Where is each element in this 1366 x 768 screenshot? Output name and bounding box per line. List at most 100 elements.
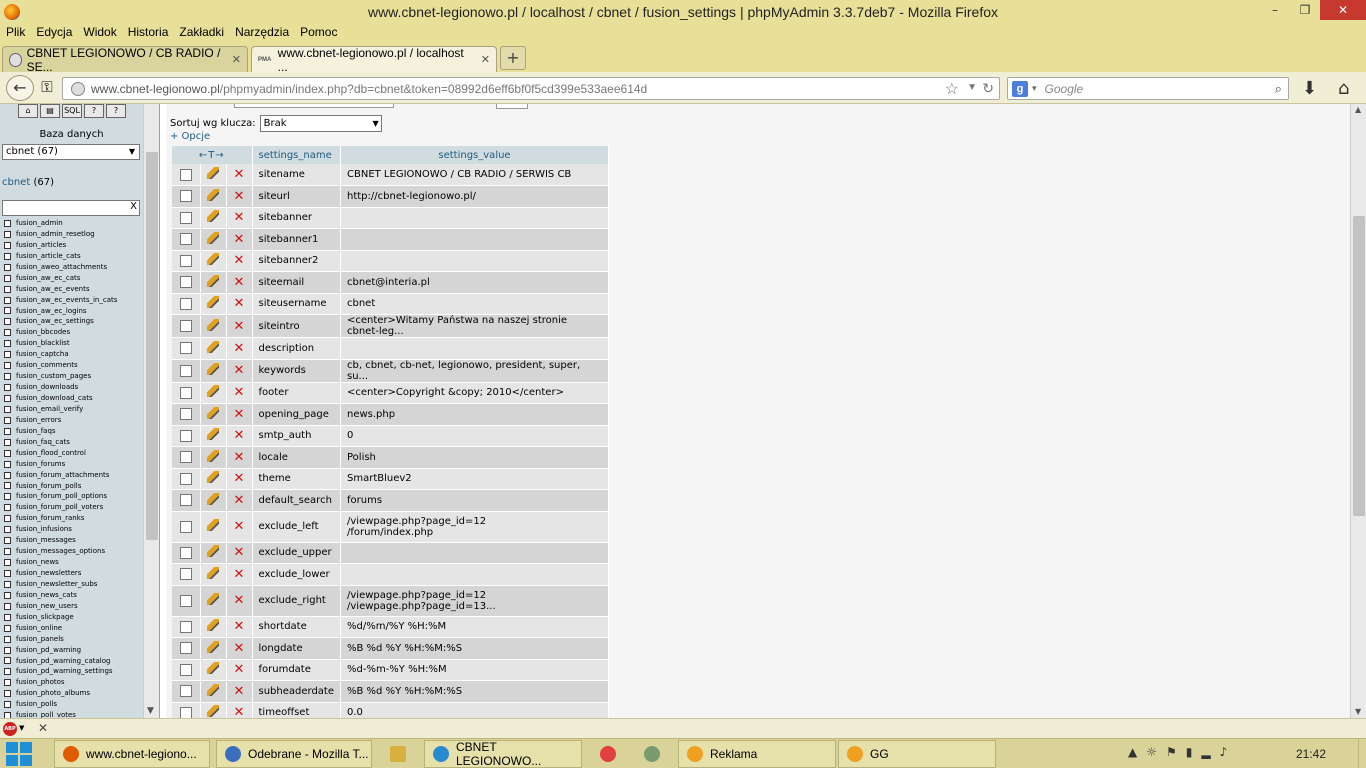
pencil-edit-icon[interactable] [207, 593, 219, 605]
sidebar-table-label[interactable]: fusion_captcha [16, 349, 69, 360]
sidebar-table-label[interactable]: fusion_messages_options [16, 546, 105, 557]
sidebar-table-label[interactable]: fusion_forum_ranks [16, 513, 84, 524]
row-checkbox[interactable] [179, 342, 192, 355]
search-bar[interactable]: g ▾ Google ⌕ [1007, 77, 1289, 100]
sidebar-table-label[interactable]: fusion_news_cats [16, 590, 77, 601]
sidebar-table-item[interactable]: fusion_aw_ec_logins [4, 306, 144, 317]
delete-x-icon[interactable]: ✕ [234, 167, 245, 182]
settings-value-cell[interactable] [340, 228, 609, 251]
sidebar-table-label[interactable]: fusion_admin_resetlog [16, 229, 95, 240]
table-icon[interactable] [4, 460, 11, 468]
delete-x-icon[interactable]: ✕ [234, 641, 245, 656]
pencil-edit-icon[interactable] [207, 210, 219, 223]
sidebar-table-label[interactable]: fusion_aw_ec_cats [16, 273, 80, 284]
table-icon[interactable] [4, 427, 11, 435]
sidebar-table-label[interactable]: fusion_comments [16, 360, 78, 371]
table-icon[interactable] [4, 591, 11, 599]
pencil-edit-icon[interactable] [207, 318, 219, 331]
delete-x-icon[interactable]: ✕ [234, 545, 245, 560]
delete-x-icon[interactable]: ✕ [234, 341, 245, 356]
main-scrollbar[interactable]: ▲ ▼ [1350, 104, 1366, 718]
settings-value-cell[interactable]: SmartBluev2 [340, 468, 609, 490]
sidebar-table-item[interactable]: fusion_forum_attachments [4, 470, 144, 481]
sidebar-table-label[interactable]: fusion_pd_warning [16, 645, 81, 656]
column-resize-arrows-icon[interactable]: ←T→ [199, 150, 225, 161]
settings-value-cell[interactable] [340, 250, 609, 272]
pencil-edit-icon[interactable] [207, 705, 219, 718]
delete-x-icon[interactable]: ✕ [234, 363, 245, 378]
row-checkbox[interactable] [179, 568, 192, 581]
sidebar-table-label[interactable]: fusion_faqs [16, 426, 56, 437]
row-checkbox[interactable] [179, 451, 192, 464]
scroll-up-icon[interactable]: ▲ [1355, 105, 1361, 114]
sidebar-table-item[interactable]: fusion_aw_ec_settings [4, 316, 144, 327]
table-icon[interactable] [4, 362, 11, 370]
settings-value-cell[interactable]: /viewpage.php?page_id=12/viewpage.php?pa… [340, 585, 609, 617]
pencil-edit-icon[interactable] [207, 363, 219, 375]
sidebar-table-item[interactable]: fusion_photos [4, 677, 144, 688]
table-icon[interactable] [4, 373, 11, 381]
table-icon[interactable] [4, 701, 11, 709]
taskbar-item-firefox[interactable]: www.cbnet-legiono... [54, 740, 210, 768]
sidebar-table-label[interactable]: fusion_custom_pages [16, 371, 91, 382]
delete-x-icon[interactable]: ✕ [234, 450, 245, 465]
table-icon[interactable] [4, 219, 11, 227]
delete-x-icon[interactable]: ✕ [234, 567, 245, 582]
row-checkbox[interactable] [179, 320, 192, 332]
database-link[interactable]: cbnet [2, 177, 30, 188]
tray-gg-icon[interactable]: ☼ [1146, 745, 1157, 759]
delete-x-icon[interactable]: ✕ [234, 519, 245, 534]
pencil-edit-icon[interactable] [207, 340, 219, 353]
sidebar-table-label[interactable]: fusion_polls [16, 699, 57, 710]
sidebar-table-label[interactable]: fusion_infusions [16, 524, 72, 535]
volume-icon[interactable]: ♪ [1220, 745, 1228, 759]
partial-input-top[interactable] [496, 104, 528, 109]
delete-x-icon[interactable]: ✕ [234, 684, 245, 699]
row-checkbox[interactable] [179, 620, 192, 633]
sidebar-table-item[interactable]: fusion_aw_ec_events [4, 284, 144, 295]
table-icon[interactable] [4, 274, 11, 282]
sort-key-select[interactable]: Brak ▼ [259, 115, 382, 132]
sidebar-table-item[interactable]: fusion_forum_poll_options [4, 491, 144, 502]
sidebar-table-label[interactable]: fusion_errors [16, 415, 61, 426]
sidebar-table-label[interactable]: fusion_newsletter_subs [16, 579, 97, 590]
close-window-button[interactable]: ✕ [1320, 0, 1366, 20]
bookmark-star-icon[interactable]: ☆ [945, 79, 959, 99]
adblock-plus-icon[interactable]: ABP [3, 722, 17, 736]
row-checkbox[interactable] [179, 254, 192, 267]
scrollbar-thumb[interactable] [146, 152, 158, 540]
table-icon[interactable] [4, 493, 11, 501]
google-engine-icon[interactable]: g [1012, 80, 1028, 97]
table-icon[interactable] [4, 351, 11, 359]
row-checkbox[interactable] [179, 297, 192, 310]
table-icon[interactable] [4, 668, 11, 676]
menu-narzedzia[interactable]: Narzędzia [229, 24, 294, 42]
delete-x-icon[interactable]: ✕ [234, 428, 245, 443]
settings-value-cell[interactable]: CBNET LEGIONOWO / CB RADIO / SERWIS CB [340, 164, 609, 186]
network-signal-icon[interactable]: ▂ [1201, 745, 1210, 759]
adblock-dropdown-icon[interactable]: ▼ [19, 724, 24, 732]
sidebar-table-label[interactable]: fusion_aw_ec_settings [16, 316, 94, 327]
tab-close-icon[interactable]: ✕ [232, 53, 241, 66]
sidebar-table-label[interactable]: fusion_downloads [16, 382, 78, 393]
delete-x-icon[interactable]: ✕ [234, 253, 245, 268]
sidebar-table-item[interactable]: fusion_bbcodes [4, 327, 144, 338]
table-filter-input[interactable]: X [2, 200, 140, 216]
pencil-edit-icon[interactable] [207, 619, 219, 632]
sidebar-table-item[interactable]: fusion_newsletter_subs [4, 579, 144, 590]
settings-value-cell[interactable] [340, 563, 609, 586]
table-icon[interactable] [4, 515, 11, 523]
delete-x-icon[interactable]: ✕ [234, 593, 245, 608]
table-icon[interactable] [4, 329, 11, 337]
table-icon[interactable] [4, 438, 11, 446]
sidebar-table-label[interactable]: fusion_forum_attachments [16, 470, 109, 481]
row-checkbox[interactable] [179, 546, 192, 559]
sidebar-table-item[interactable]: fusion_forum_ranks [4, 513, 144, 524]
sidebar-table-label[interactable]: fusion_pd_warning_settings [16, 666, 113, 677]
sidebar-table-item[interactable]: fusion_faqs [4, 426, 144, 437]
sidebar-table-label[interactable]: fusion_email_verify [16, 404, 83, 415]
table-icon[interactable] [4, 285, 11, 293]
sql-icon[interactable]: SQL [62, 104, 82, 118]
sidebar-table-label[interactable]: fusion_aw_ec_logins [16, 306, 87, 317]
docs-sql-icon[interactable]: ? [106, 104, 126, 118]
